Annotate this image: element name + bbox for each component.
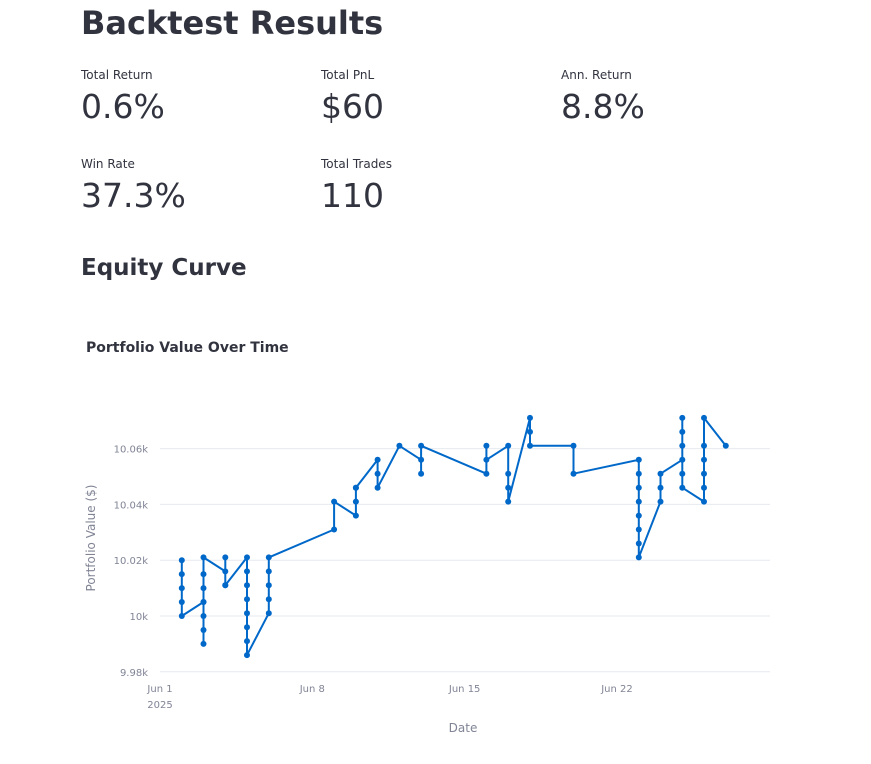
data-point [265,568,272,575]
data-point [570,442,577,449]
grid-lines [160,448,770,673]
data-point [679,428,686,435]
data-point [505,442,512,449]
y-tick-label: 10k [129,612,148,623]
data-point [418,442,425,449]
data-point [265,610,272,617]
data-point [635,554,642,561]
data-point [244,554,250,561]
x-tick-sublabel: 2025 [147,700,172,711]
data-point [331,526,338,533]
y-tick-label: 10.04k [114,500,149,511]
data-point [178,599,185,605]
data-point [505,484,512,491]
data-point [352,484,359,491]
data-point [244,582,250,589]
equity-curve-chart[interactable]: Portfolio Value Over Time 9.98k 10k 10.02k… [0,0,871,764]
data-point [701,414,707,421]
x-axis-label: Date [449,721,478,735]
data-point [657,470,664,477]
data-point [374,470,381,477]
y-tick-label: 10.02k [114,556,149,567]
data-point [244,624,250,631]
data-point [200,554,207,561]
data-point [222,582,229,589]
x-tick-label: Jun 1 [146,684,172,695]
data-point [374,484,381,491]
data-point [701,484,707,491]
data-point [527,428,533,435]
data-point [679,414,686,421]
data-point [265,596,272,603]
data-point [200,613,207,619]
data-point [722,442,729,449]
data-point [200,599,207,605]
data-point [222,554,229,561]
data-point [244,596,250,603]
data-point [244,568,250,575]
data-point [635,456,642,463]
data-point [635,540,642,547]
data-point [200,627,207,633]
data-point [244,638,250,645]
data-point [396,442,403,449]
data-point [418,456,425,463]
x-tick-label: Jun 22 [600,684,633,695]
data-point [679,442,686,449]
y-tick-label: 9.98k [120,668,148,679]
data-point [265,554,272,561]
data-point [178,571,185,578]
data-point [244,652,250,659]
series-line [180,416,727,657]
data-point [483,456,490,463]
data-point [679,456,686,463]
chart-title: Portfolio Value Over Time [86,340,289,356]
data-point [505,470,512,477]
data-point [701,442,707,449]
data-point [635,526,642,533]
data-point [178,613,185,619]
data-point [265,582,272,589]
data-point [701,456,707,463]
data-point [244,610,250,617]
data-point [679,470,686,477]
data-point [483,442,490,449]
data-point [527,442,533,449]
x-tick-label: Jun 15 [448,684,481,695]
data-point [657,484,664,491]
data-point [352,498,359,505]
data-point [635,512,642,519]
data-point [200,640,207,647]
data-point [701,470,707,477]
data-point [635,470,642,477]
y-axis-label: Portfolio Value ($) [84,485,98,592]
data-point [352,512,359,519]
data-point [679,484,686,491]
data-point [527,414,533,421]
x-axis-ticks: Jun 1 2025 Jun 8 Jun 15 Jun 22 [146,684,632,711]
data-point [374,456,381,463]
y-tick-label: 10.06k [114,445,149,456]
data-point [178,557,185,564]
data-point [331,498,338,505]
data-point [200,585,207,592]
data-point [657,498,664,505]
data-point [701,498,707,505]
y-axis-ticks: 9.98k 10k 10.02k 10.04k 10.06k [114,445,149,679]
data-point [635,498,642,505]
x-tick-label: Jun 8 [299,684,325,695]
data-point [505,498,512,505]
data-point [200,571,207,578]
data-point [222,568,229,575]
data-point [570,470,577,477]
data-point [178,585,185,592]
data-point [635,484,642,491]
data-point [418,470,425,477]
data-point [483,470,490,477]
